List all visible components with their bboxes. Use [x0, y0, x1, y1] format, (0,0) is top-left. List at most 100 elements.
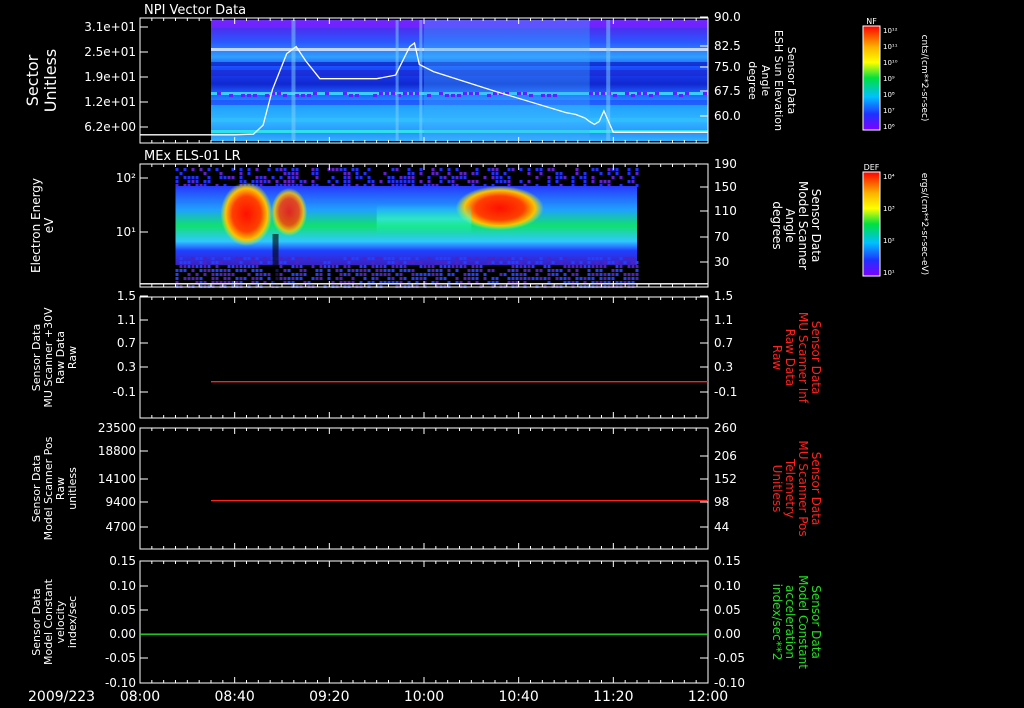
els-noise — [471, 277, 475, 280]
els-noise — [435, 261, 439, 264]
els-noise — [363, 265, 367, 268]
panel-title: MEx ELS-01 LR — [144, 149, 241, 164]
left-tick-label: 9400 — [105, 495, 136, 509]
els-noise — [491, 168, 495, 171]
els-noise — [455, 269, 459, 272]
els-noise — [575, 265, 579, 268]
els-noise — [479, 269, 483, 272]
els-noise — [555, 269, 559, 272]
els-noise — [223, 176, 227, 179]
els-noise — [507, 261, 511, 264]
els-noise — [631, 273, 635, 276]
els-noise — [567, 277, 571, 280]
els-noise — [487, 261, 491, 264]
els-noise — [539, 257, 543, 260]
els-noise — [327, 265, 331, 268]
els-noise — [563, 265, 567, 268]
els-noise — [251, 269, 255, 272]
els-noise — [375, 273, 379, 276]
els-hot-region-2 — [271, 188, 308, 236]
npi-speckle — [685, 92, 689, 95]
els-noise — [179, 257, 183, 260]
els-noise — [191, 176, 195, 179]
els-noise — [199, 269, 203, 272]
els-noise — [635, 265, 639, 268]
colorbar-unit: ergs/(cm**2-sr-sec-eV) — [919, 173, 929, 275]
els-noise — [383, 265, 387, 268]
els-noise — [515, 269, 519, 272]
els-noise — [483, 273, 487, 276]
els-noise — [179, 261, 183, 264]
els-noise — [627, 168, 631, 171]
els-noise — [327, 180, 331, 183]
els-noise — [619, 269, 623, 272]
npi-speckle — [415, 92, 419, 95]
colorbar-unit: cnts/(cm**2-sr-sec) — [919, 35, 929, 122]
els-noise — [491, 257, 495, 260]
els-noise — [463, 265, 467, 268]
els-noise — [327, 277, 331, 280]
els-noise — [191, 168, 195, 171]
els-noise — [547, 265, 551, 268]
right-tick-label: 60.0 — [714, 109, 741, 123]
els-noise — [219, 269, 223, 272]
els-noise — [299, 265, 303, 268]
els-noise — [279, 273, 283, 276]
els-noise — [455, 265, 459, 268]
els-noise — [387, 257, 391, 260]
els-noise — [455, 261, 459, 264]
els-noise — [607, 168, 611, 171]
els-noise — [535, 273, 539, 276]
els-noise — [451, 180, 455, 183]
els-noise — [255, 265, 259, 268]
els-noise — [475, 168, 479, 171]
els-noise — [539, 269, 543, 272]
left-tick-label: 1.2e+01 — [84, 95, 136, 109]
els-noise — [351, 277, 355, 280]
els-noise — [563, 277, 567, 280]
els-noise — [611, 277, 615, 280]
colorbar-tick-label: 10⁷ — [883, 107, 895, 115]
els-noise — [319, 269, 323, 272]
els-noise — [347, 176, 351, 179]
els-noise — [279, 265, 283, 268]
colorbar-tick-label: 10⁹ — [883, 75, 895, 83]
left-tick-label: 10² — [116, 171, 136, 185]
right-axis-label: Sensor Data — [809, 452, 823, 526]
els-noise — [623, 273, 627, 276]
els-noise — [495, 168, 499, 171]
els-noise — [599, 172, 603, 175]
els-noise — [523, 273, 527, 276]
els-noise — [199, 277, 203, 280]
els-noise — [615, 168, 619, 171]
els-noise — [315, 273, 319, 276]
els-noise — [275, 168, 279, 171]
els-noise — [223, 277, 227, 280]
els-noise — [291, 180, 295, 183]
npi-speckle — [373, 94, 377, 97]
x-tick-label: 09:20 — [309, 689, 349, 705]
right-tick-label: 206 — [714, 449, 737, 463]
els-noise — [395, 261, 399, 264]
els-noise — [579, 261, 583, 264]
els-noise — [239, 277, 243, 280]
els-noise — [259, 180, 263, 183]
els-noise — [203, 257, 207, 260]
els-noise — [491, 172, 495, 175]
els-noise — [247, 265, 251, 268]
els-noise — [259, 269, 263, 272]
els-noise — [551, 273, 555, 276]
els-noise — [635, 277, 639, 280]
els-noise — [487, 257, 491, 260]
els-noise — [419, 180, 423, 183]
els-noise — [575, 168, 579, 171]
npi-speckle — [277, 92, 281, 95]
els-noise — [443, 176, 447, 179]
els-noise — [395, 168, 399, 171]
els-noise — [635, 269, 639, 272]
els-noise — [511, 257, 515, 260]
left-axis-label: Unitless — [41, 49, 60, 113]
els-noise — [495, 176, 499, 179]
els-noise — [383, 269, 387, 272]
els-noise — [247, 257, 251, 260]
